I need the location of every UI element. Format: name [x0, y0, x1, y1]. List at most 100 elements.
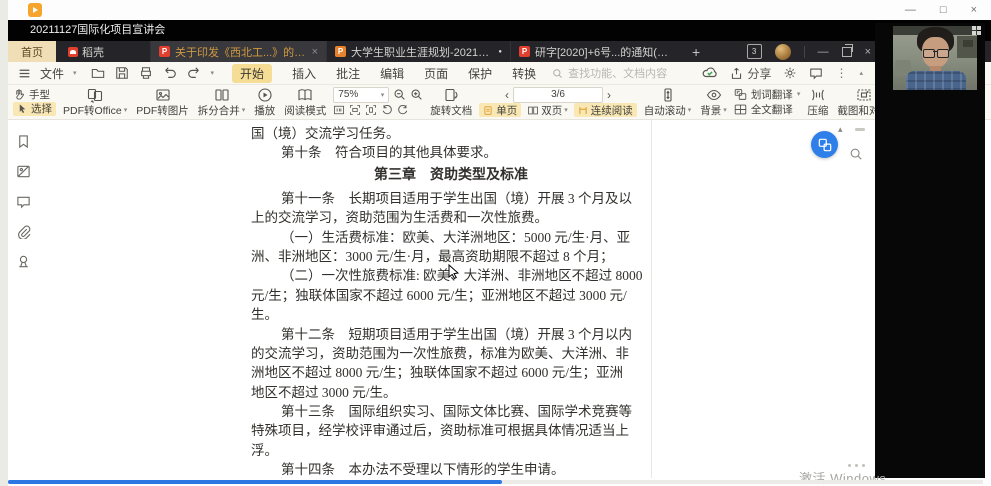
attachment-icon[interactable]: [16, 224, 31, 239]
player-titlebar: — □ ×: [8, 0, 991, 21]
gear-icon[interactable]: [783, 66, 797, 80]
webcam-video: [893, 26, 977, 90]
menu-item-edit[interactable]: 编辑: [380, 65, 404, 82]
chevron-down-icon: ▾: [564, 106, 568, 114]
compress-icon: [810, 87, 826, 103]
select-tool-button[interactable]: 选择: [13, 102, 56, 116]
continuous-read-button[interactable]: 连续阅读: [574, 103, 637, 117]
read-mode-button[interactable]: 阅读模式: [282, 87, 328, 116]
play-button[interactable]: 播放: [252, 87, 277, 116]
print-icon[interactable]: [139, 66, 153, 80]
more-icon[interactable]: ⋮: [835, 66, 847, 80]
screen: — □ × 20211127国际化项目宣讲会 首页 稻壳 P 关于印发《西北工.…: [0, 0, 991, 486]
document-line: 第十三条 国际组织实习、国际文体比赛、国际学术竞赛等: [251, 402, 651, 421]
wps-close-button[interactable]: ×: [865, 46, 871, 58]
background-label: 背景: [700, 103, 721, 118]
pdf-to-office-button[interactable]: PDF转Office▾: [61, 87, 129, 116]
quick-zoom-icon[interactable]: [849, 147, 863, 161]
document-line: 国（境）交流学习任务。: [251, 124, 651, 143]
split-merge-button[interactable]: 拆分合并▾: [196, 87, 248, 116]
floating-translate-button[interactable]: [811, 131, 838, 158]
hand-tool-label: 手型: [29, 87, 50, 102]
pdf-to-image-button[interactable]: PDF转图片: [134, 87, 191, 116]
cloud-sync-icon[interactable]: [702, 65, 718, 81]
pdf-page-text[interactable]: 国（境）交流学习任务。第十条 符合项目的其他具体要求。第三章 资助类型及标准第十…: [251, 124, 651, 478]
menu-item-page[interactable]: 页面: [424, 65, 448, 82]
share-label: 分享: [747, 65, 771, 82]
undo-icon[interactable]: [163, 66, 177, 80]
chevron-down-icon: ▾: [723, 106, 727, 114]
page-indicator[interactable]: 3/6: [513, 87, 603, 103]
stamp-signature-icon[interactable]: [16, 254, 31, 269]
actual-size-icon[interactable]: [333, 104, 345, 116]
next-page-button[interactable]: ›: [607, 90, 611, 100]
scroll-top-caret-icon[interactable]: ▴: [838, 124, 843, 135]
menu-item-protect[interactable]: 保护: [468, 65, 492, 82]
open-documents-badge[interactable]: 3: [747, 44, 762, 59]
full-translate-button[interactable]: 全文翻译: [734, 102, 801, 117]
continuous-read-icon: [578, 105, 588, 116]
open-folder-icon[interactable]: [91, 66, 105, 80]
zoom-select[interactable]: 75%▾: [333, 87, 389, 103]
zoom-out-icon[interactable]: [393, 88, 406, 101]
auto-scroll-button[interactable]: 自动滚动▾: [642, 87, 694, 116]
wps-minimize-button[interactable]: —: [818, 46, 829, 58]
chevron-down-icon[interactable]: ▾: [211, 69, 215, 77]
compress-button[interactable]: 压缩: [805, 87, 830, 116]
tab-home[interactable]: 首页: [8, 41, 56, 62]
zoom-in-icon[interactable]: [410, 88, 423, 101]
document-heading: 第三章 资助类型及标准: [251, 163, 651, 189]
fit-width-icon[interactable]: [349, 104, 361, 116]
tab-document-2[interactable]: P 大学生职业生涯规划-2021春季学期 ●: [326, 41, 510, 62]
gallery-view-icon[interactable]: [972, 26, 981, 35]
document-line: 元/生；独联体国家不超过 6000 元/生；亚洲地区不超过 3000 元/: [251, 286, 651, 305]
tab-document-1[interactable]: P 关于印发《西北工...》的通知.pdf ×: [150, 41, 326, 62]
single-page-button[interactable]: 单页: [479, 103, 521, 117]
webcam-panel[interactable]: [875, 23, 985, 478]
background-button[interactable]: 背景▾: [698, 87, 729, 116]
wps-restore-button[interactable]: [842, 47, 852, 57]
divider: [804, 46, 805, 58]
pdf-to-image-icon: [155, 87, 171, 103]
hand-tool-button[interactable]: 手型: [13, 87, 56, 102]
comment-bubble-icon[interactable]: [809, 66, 823, 80]
bookmarks-icon[interactable]: [16, 134, 31, 149]
full-translate-icon: [734, 103, 747, 116]
new-tab-button[interactable]: +: [692, 41, 700, 62]
video-seekbar[interactable]: [8, 480, 983, 484]
rotate-right-icon[interactable]: [397, 104, 409, 116]
search-input[interactable]: 查找功能、文档内容: [552, 65, 667, 81]
thumbnails-icon[interactable]: [16, 164, 31, 179]
document-line: 第十四条 本办法不受理以下情形的学生申请。: [251, 460, 651, 478]
file-menu[interactable]: 文件: [40, 65, 64, 82]
rotate-document-button[interactable]: 旋转文档: [428, 87, 474, 116]
tab-docer[interactable]: 稻壳: [56, 41, 116, 62]
document-line: 第十一条 长期项目适用于学生出国（境）开展 3 个月及以: [251, 189, 651, 208]
window-minimize-button[interactable]: —: [905, 4, 916, 16]
user-avatar[interactable]: [775, 44, 791, 60]
tab-document-3[interactable]: P 研字[2020]+6号...的通知(签章).pdf: [510, 41, 682, 62]
menu-item-insert[interactable]: 插入: [292, 65, 316, 82]
word-translate-button[interactable]: 划词翻译 ▾: [734, 87, 801, 102]
scrollbar-thumb[interactable]: [855, 128, 865, 131]
rotate-left-icon[interactable]: [381, 104, 393, 116]
menu-item-home[interactable]: 开始: [232, 64, 272, 83]
pdf-to-image-label: PDF转图片: [136, 103, 189, 118]
auto-scroll-label: 自动滚动: [644, 103, 686, 118]
comments-panel-icon[interactable]: [16, 194, 31, 209]
window-maximize-button[interactable]: □: [940, 4, 947, 16]
collapse-ribbon-icon[interactable]: ▴: [859, 69, 863, 77]
fit-page-icon[interactable]: [365, 104, 377, 116]
rotate-document-label: 旋转文档: [430, 103, 472, 118]
share-button[interactable]: 分享: [730, 65, 771, 82]
save-icon[interactable]: [115, 66, 129, 80]
double-page-button[interactable]: 双页 ▾: [525, 103, 570, 118]
menu-item-convert[interactable]: 转换: [512, 65, 536, 82]
tab-close-icon[interactable]: ×: [312, 46, 318, 58]
pdf-file-icon: P: [159, 46, 170, 57]
redo-icon[interactable]: [187, 66, 201, 80]
read-mode-label: 阅读模式: [284, 103, 326, 118]
window-close-button[interactable]: ×: [971, 4, 977, 16]
prev-page-button[interactable]: ‹: [505, 90, 509, 100]
menu-item-comment[interactable]: 批注: [336, 65, 360, 82]
